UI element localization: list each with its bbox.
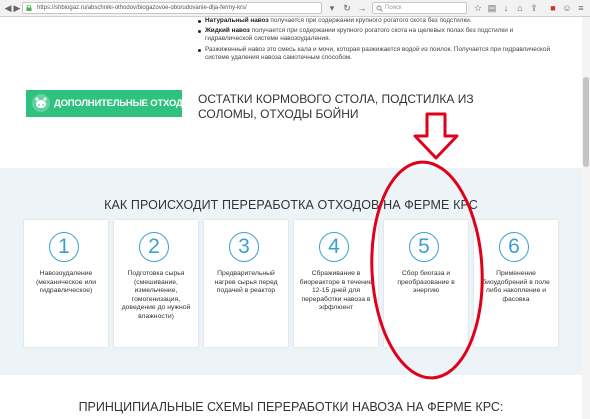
step-number: 6 (499, 232, 529, 262)
step-number: 1 (49, 232, 79, 262)
list-item: Разжиженный навоз это смесь кала и мочи,… (196, 46, 556, 62)
step-card: 6 Применение биоудобрений в поле либо на… (474, 220, 558, 347)
step-card: 2 Подготовка сырья (смешивание, измельче… (114, 220, 198, 347)
list-item-text: Разжиженный навоз это смесь кала и мочи,… (205, 45, 551, 61)
step-text: Предварительный нагрев сырья перед подач… (214, 270, 278, 295)
list-item-term: Жидкий навоз (205, 27, 250, 35)
manure-types-list: Натуральный навоз получается при содержа… (196, 17, 556, 64)
browser-toolbar: ◀ ▶ https://shbiogaz.ru/abschniki-othodo… (0, 0, 590, 17)
step-card: 5 Сбор биогаза и преобразование в энерги… (384, 220, 468, 347)
extension-icon[interactable]: ■ (548, 3, 558, 13)
step-number: 4 (319, 232, 349, 262)
step-card: 3 Предварительный нагрев сырья перед под… (204, 220, 288, 347)
step-text: Применение биоудобрений в поле либо нако… (482, 270, 550, 303)
url-text: https://shbiogaz.ru/abschniki-othodov/bi… (37, 5, 247, 11)
step-card: 4 Сбраживание в биореакторе в течение 12… (294, 220, 378, 347)
reading-list-icon[interactable]: ▤ (487, 3, 497, 13)
download-icon[interactable]: ↓ (501, 3, 511, 13)
reload-icon[interactable]: ↻ (342, 3, 352, 13)
share-icon[interactable]: ⇪ (529, 3, 539, 13)
search-icon (376, 5, 383, 12)
list-item: Натуральный навоз получается при содержа… (196, 17, 556, 25)
list-item-text: получается при содержании крупного рогат… (268, 17, 472, 24)
process-title: КАК ПРОИСХОДИТ ПЕРЕРАБОТКА ОТХОДОВ НА ФЕ… (104, 198, 478, 212)
page-scrollbar[interactable] (582, 17, 590, 419)
menu-icon[interactable]: ≡ (576, 3, 586, 13)
process-section: КАК ПРОИСХОДИТ ПЕРЕРАБОТКА ОТХОДОВ НА ФЕ… (0, 168, 582, 375)
additional-waste-label: ДОПОЛНИТЕЛЬНЫЕ ОТХОДЫ (54, 98, 192, 109)
dropdown-icon[interactable]: ▾ (327, 3, 337, 13)
home-icon[interactable]: ⌂ (515, 3, 525, 13)
step-card: 1 Навозоудаление (механическое или гидра… (24, 220, 108, 347)
list-item-text: получается при содержании крупного рогат… (205, 27, 514, 43)
search-input[interactable]: Поиск (372, 2, 467, 14)
step-text: Сбор биогаза и преобразование в энергию (397, 270, 455, 295)
go-icon[interactable]: → (357, 3, 367, 13)
additional-waste-badge: ДОПОЛНИТЕЛЬНЫЕ ОТХОДЫ (26, 90, 192, 117)
step-text: Подготовка сырья (смешивание, измельчени… (121, 270, 191, 320)
bookmark-star-icon[interactable]: ☆ (473, 3, 483, 13)
search-placeholder: Поиск (385, 5, 402, 11)
sync-icon[interactable]: ☺ (562, 3, 572, 13)
lock-icon (26, 5, 32, 11)
scrollbar-thumb[interactable] (583, 77, 589, 167)
additional-waste-description: ОСТАТКИ КОРМОВОГО СТОЛА, ПОДСТИЛКА ИЗ СО… (198, 92, 474, 121)
step-number: 3 (229, 232, 259, 262)
schemes-title: ПРИНЦИПИАЛЬНЫЕ СХЕМЫ ПЕРЕРАБОТКИ НАВОЗА … (78, 400, 504, 414)
list-item-term: Натуральный навоз (205, 17, 269, 24)
list-item: Жидкий навоз получается при содержании к… (196, 27, 556, 43)
forward-icon[interactable]: ▶ (12, 3, 22, 13)
step-text: Сбраживание в биореакторе в течение 12-1… (299, 270, 373, 312)
cow-icon (32, 94, 50, 112)
step-text: Навозоудаление (механическое или гидравл… (36, 270, 96, 295)
step-number: 5 (409, 232, 439, 262)
address-bar[interactable]: https://shbiogaz.ru/abschniki-othodov/bi… (22, 2, 322, 14)
step-number: 2 (139, 232, 169, 262)
